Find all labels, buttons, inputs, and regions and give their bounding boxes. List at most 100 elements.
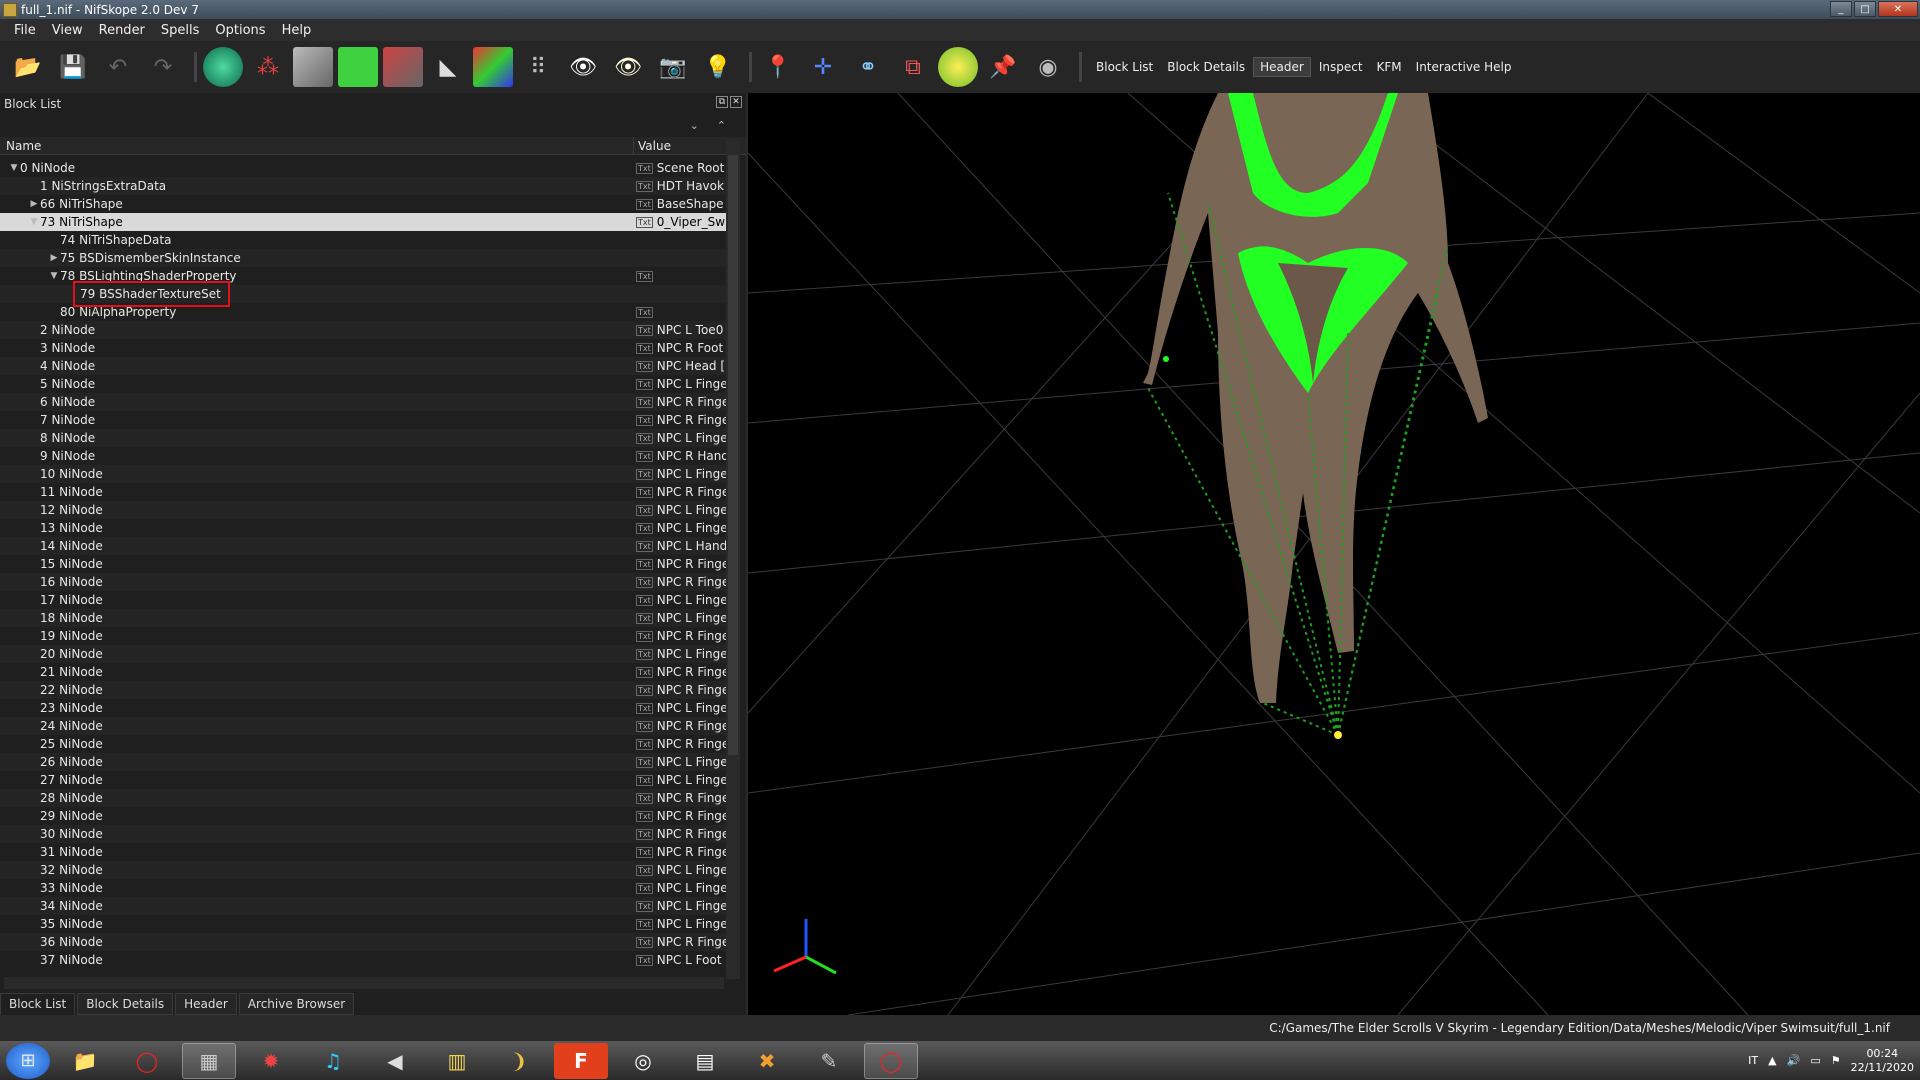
horizontal-scrollbar[interactable]: [4, 977, 724, 989]
scrollbar-thumb[interactable]: [728, 155, 738, 755]
pin-icon[interactable]: 📍: [758, 47, 798, 87]
x-app-taskbar-icon[interactable]: ✖: [740, 1043, 794, 1079]
tree-row[interactable]: 31 NiNode Txt NPC R Finge.: [0, 843, 726, 861]
tree-row[interactable]: 8 NiNode Txt NPC L Finge.: [0, 429, 726, 447]
nifskope-taskbar-icon[interactable]: ▦: [182, 1042, 236, 1079]
tree-row[interactable]: 36 NiNode Txt NPC R Finge.: [0, 933, 726, 951]
expand-right-arrow-icon[interactable]: ▶: [48, 253, 60, 263]
footprints-icon[interactable]: ⠿: [518, 47, 558, 87]
menu-spells[interactable]: Spells: [153, 23, 208, 38]
feather-taskbar-icon[interactable]: ✎: [802, 1043, 856, 1079]
tree-row[interactable]: ▶ 75 BSDismemberSkinInstance: [0, 249, 726, 267]
toolbar-tab-kfm[interactable]: KFM: [1371, 58, 1408, 76]
menu-file[interactable]: File: [6, 23, 44, 38]
tree-row[interactable]: 74 NiTriShapeData: [0, 231, 726, 249]
opera-taskbar-icon[interactable]: ◯: [120, 1043, 174, 1079]
view-top-icon[interactable]: [293, 47, 333, 87]
hide-icon[interactable]: ◉: [1028, 47, 1068, 87]
hand-node-marker[interactable]: [1163, 356, 1169, 362]
tree-row[interactable]: 15 NiNode Txt NPC R Finge.: [0, 555, 726, 573]
nodes-icon[interactable]: ⚭: [848, 47, 888, 87]
expand-all-icon[interactable]: ⌃: [717, 119, 726, 132]
tree-row[interactable]: 2 NiNode Txt NPC L Toe0 .: [0, 321, 726, 339]
view-front-icon[interactable]: [338, 47, 378, 87]
tree-row[interactable]: 34 NiNode Txt NPC L Finge.: [0, 897, 726, 915]
tree-row[interactable]: 11 NiNode Txt NPC R Finge.: [0, 483, 726, 501]
select-object-icon[interactable]: [203, 47, 243, 87]
fraps-taskbar-icon[interactable]: ▥: [430, 1043, 484, 1079]
bow-taskbar-icon[interactable]: ❩: [492, 1043, 546, 1079]
lighting-icon[interactable]: 💡: [698, 47, 738, 87]
tab-header[interactable]: Header: [175, 993, 237, 1015]
tree-row[interactable]: ▼0 NiNodeTxtScene Root [(: [0, 159, 726, 177]
tree-row[interactable]: 32 NiNode Txt NPC L Finge.: [0, 861, 726, 879]
perspective-icon[interactable]: [473, 47, 513, 87]
ffdec-taskbar-icon[interactable]: ◎: [616, 1043, 670, 1079]
tree-row[interactable]: 26 NiNode Txt NPC L Finge.: [0, 753, 726, 771]
toolbar-tab-block-list[interactable]: Block List: [1090, 58, 1159, 76]
toolbar-tab-block-details[interactable]: Block Details: [1161, 58, 1251, 76]
tree-row[interactable]: 17 NiNode Txt NPC L Finge.: [0, 591, 726, 609]
expand-down-arrow-icon[interactable]: ▼: [48, 271, 60, 281]
start-button-icon[interactable]: ⊞: [6, 1042, 50, 1079]
tree-row[interactable]: 18 NiNode Txt NPC L Finge.: [0, 609, 726, 627]
network-icon[interactable]: ▭: [1810, 1054, 1820, 1067]
creation-kit-taskbar-icon[interactable]: ✹: [244, 1043, 298, 1079]
tree-row[interactable]: 5 NiNode Txt NPC L Finge.: [0, 375, 726, 393]
window-taskbar-icon[interactable]: ▤: [678, 1043, 732, 1079]
tree-row[interactable]: 12 NiNode Txt NPC L Finge.: [0, 501, 726, 519]
screenshot-icon[interactable]: 📷: [653, 47, 693, 87]
menu-view[interactable]: View: [44, 23, 91, 38]
tree-row[interactable]: ▼73 NiTriShapeTxt0_Viper_Swi...: [0, 213, 726, 231]
expand-down-arrow-icon[interactable]: ▼: [8, 163, 20, 173]
tab-block-details[interactable]: Block Details: [77, 993, 174, 1015]
tree-row[interactable]: 21 NiNode Txt NPC R Finge.: [0, 663, 726, 681]
tree-row[interactable]: 9 NiNode Txt NPC R Hand.: [0, 447, 726, 465]
undo-icon[interactable]: ↶: [98, 47, 138, 87]
column-header-name[interactable]: Name: [0, 137, 634, 154]
tree-row[interactable]: 28 NiNode Txt NPC R Finge.: [0, 789, 726, 807]
minimize-button[interactable]: _: [1830, 1, 1852, 17]
maximize-button[interactable]: □: [1854, 1, 1876, 17]
tree-row[interactable]: 22 NiNode Txt NPC R Finge.: [0, 681, 726, 699]
tree-row[interactable]: 37 NiNode Txt NPC L Foot [: [0, 951, 726, 969]
tree-row[interactable]: 30 NiNode Txt NPC R Finge.: [0, 825, 726, 843]
tree-row[interactable]: 3 NiNode Txt NPC R Foot [: [0, 339, 726, 357]
tree-row[interactable]: 20 NiNode Txt NPC L Finge.: [0, 645, 726, 663]
close-button[interactable]: ✕: [1878, 1, 1918, 17]
tree-row[interactable]: 6 NiNode Txt NPC R Finge.: [0, 393, 726, 411]
tree-row[interactable]: 16 NiNode Txt NPC R Finge.: [0, 573, 726, 591]
character-model[interactable]: [1143, 93, 1488, 703]
tree-row[interactable]: 23 NiNode Txt NPC L Finge.: [0, 699, 726, 717]
select-vertex-icon[interactable]: ⁂: [248, 47, 288, 87]
tree-row[interactable]: 29 NiNode Txt NPC R Finge.: [0, 807, 726, 825]
opera-active-taskbar-icon[interactable]: ◯: [864, 1042, 918, 1079]
menu-help[interactable]: Help: [274, 23, 320, 38]
tab-archive-browser[interactable]: Archive Browser: [238, 993, 355, 1015]
redo-icon[interactable]: ↷: [143, 47, 183, 87]
float-panel-icon[interactable]: ⧉: [716, 96, 728, 108]
toolbar-tab-interactive-help[interactable]: Interactive Help: [1410, 58, 1518, 76]
view-side-icon[interactable]: [383, 47, 423, 87]
open-folder-icon[interactable]: 📂: [8, 47, 48, 87]
view-walk-icon[interactable]: ◣: [428, 47, 468, 87]
tree-row[interactable]: 27 NiNode Txt NPC L Finge.: [0, 771, 726, 789]
language-indicator[interactable]: IT: [1748, 1054, 1758, 1067]
tree-row[interactable]: 24 NiNode Txt NPC R Finge.: [0, 717, 726, 735]
close-panel-icon[interactable]: ✕: [730, 96, 742, 108]
expand-down-arrow-icon[interactable]: ▼: [28, 217, 40, 227]
tree-row[interactable]: 14 NiNode Txt NPC L Hand: [0, 537, 726, 555]
menu-options[interactable]: Options: [207, 23, 273, 38]
axes-icon[interactable]: ✛: [803, 47, 843, 87]
speaker-taskbar-icon[interactable]: ◀: [368, 1043, 422, 1079]
viewport-scene[interactable]: [748, 93, 1920, 1015]
tree-row[interactable]: 33 NiNode Txt NPC L Finge.: [0, 879, 726, 897]
menu-render[interactable]: Render: [91, 23, 153, 38]
collision-icon[interactable]: [938, 47, 978, 87]
tab-block-list[interactable]: Block List: [0, 993, 76, 1015]
show-marker-icon[interactable]: 👁: [608, 47, 648, 87]
clock[interactable]: 00:24 22/11/2020: [1851, 1047, 1914, 1075]
tree-row[interactable]: 7 NiNode Txt NPC R Finge.: [0, 411, 726, 429]
explorer-taskbar-icon[interactable]: 📁: [58, 1043, 112, 1079]
tree-row[interactable]: 1 NiStringsExtraData Txt HDT Havok .: [0, 177, 726, 195]
